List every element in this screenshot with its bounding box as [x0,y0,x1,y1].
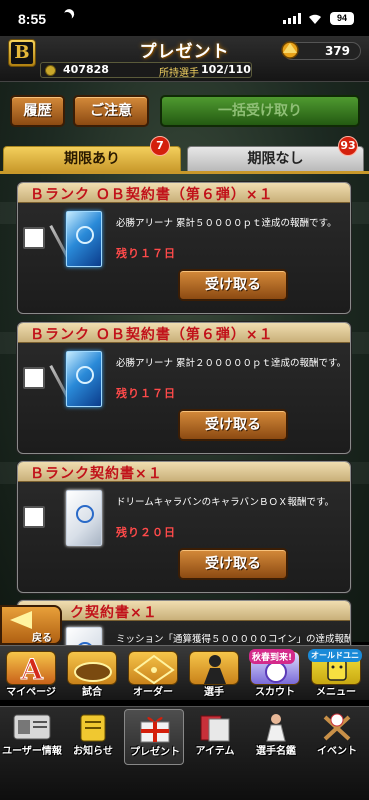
nav-event[interactable]: イベント [307,709,367,765]
nav-player-book[interactable]: 選手名鑑 [246,709,306,765]
receive-button[interactable]: 受け取る [178,409,288,441]
card-description: ドリームキャラバンのキャラバンＢＯＸ報酬です。 [116,497,335,508]
back-arrow-icon [10,611,32,629]
points-icon [45,65,56,76]
card-title: Ｂランク ＯＢ契約書（第６弾）×１ [30,187,274,203]
card-remaining: 残り２０日 [116,526,176,539]
user-info-icon [10,711,54,743]
wifi-icon [309,14,321,24]
back-label: 戻る [32,633,52,644]
status-time: 8:55 [18,11,47,27]
points-bar: 407828 所持選手 102/110 [40,62,252,79]
select-checkbox[interactable] [23,506,45,528]
primary-nav: A マイページ 試合 オーダー 選手 スカウト 秋春到来! メニュー オールドユ… [0,645,369,700]
coin-value: 379 [324,44,350,58]
nav-item[interactable]: アイテム [185,709,245,765]
player-icon [189,651,239,685]
player-book-icon [254,711,298,743]
card-title: ク契約書×１ [70,605,158,621]
history-button[interactable]: 履歴 [10,95,65,127]
card-description: 必勝アリーナ 累計２０００００ｐｔ達成の報酬です。 [116,358,347,369]
present-card: Ｂランク契約書×１ ドリームキャラバンのキャラバンＢＯＸ報酬です。 残り２０日 … [17,461,351,593]
points-value: 407828 [63,63,109,76]
card-title: Ｂランク ＯＢ契約書（第６弾）×１ [30,327,274,343]
card-remaining: 残り１７日 [116,247,176,260]
status-bar: 8:55 94 [0,0,369,36]
card-remaining: 残り１７日 [116,387,176,400]
blue-contract-icon [66,211,102,267]
svg-text:A: A [20,653,44,686]
players-count: 102/110 [201,63,251,76]
nav-order[interactable]: オーダー [123,649,183,699]
team-logo[interactable]: B [8,39,36,67]
order-icon [128,651,178,685]
coin-icon [281,41,299,59]
nav-game[interactable]: 試合 [62,649,122,699]
header: B プレゼント 379 407828 所持選手 102/110 [0,36,369,82]
nav-menu[interactable]: メニュー オールドユニ [306,649,366,699]
white-contract-icon [66,490,102,546]
card-header: Ｂランク ＯＢ契約書（第６弾）×１ [18,183,350,203]
nav-user-info[interactable]: ユーザー情報 [2,709,62,765]
notice-button[interactable]: ご注意 [73,95,149,127]
receive-all-button[interactable]: 一括受け取り [160,95,360,127]
card-title: Ｂランク契約書×１ [30,466,163,482]
card-header: Ｂランク ＯＢ契約書（第６弾）×１ [18,323,350,343]
scout-badge: 秋春到来! [249,649,296,664]
blue-contract-icon [66,351,102,407]
battery-icon: 94 [330,12,354,25]
tab-no-expiry[interactable]: 期限なし [187,146,364,172]
select-checkbox[interactable] [23,227,45,249]
present-card: Ｂランク ＯＢ契約書（第６弾）×１ 必勝アリーナ 累計２０００００ｐｔ達成の報酬… [17,322,351,454]
gift-icon [133,712,177,744]
menu-badge: オールドユニ [308,649,362,662]
tab-with-expiry-badge: 7 [150,136,170,156]
event-icon [315,711,359,743]
home-a-icon: A [6,651,56,687]
item-icon [193,711,237,743]
receive-button[interactable]: 受け取る [178,269,288,301]
receive-button[interactable]: 受け取る [178,548,288,580]
card-header: ク契約書×１ [18,601,350,621]
nav-present[interactable]: プレゼント [124,709,184,765]
tab-no-expiry-badge: 93 [338,136,358,156]
stadium-icon [67,651,117,685]
moon-icon [61,11,74,24]
nav-scout[interactable]: スカウト 秋春到来! [245,649,305,699]
back-button[interactable]: 戻る [0,605,62,645]
coin-counter[interactable]: 379 [281,41,361,60]
news-icon [71,711,115,743]
tab-underline [0,171,369,174]
page-title: プレゼント [139,42,230,62]
nav-mypage[interactable]: A マイページ [1,649,61,699]
nav-news[interactable]: お知らせ [63,709,123,765]
signal-icon [283,13,301,24]
select-checkbox[interactable] [23,367,45,389]
card-description: 必勝アリーナ 累計５００００ｐｔ達成の報酬です。 [116,218,337,229]
present-card: Ｂランク ＯＢ契約書（第６弾）×１ 必勝アリーナ 累計５００００ｐｔ達成の報酬で… [17,182,351,314]
card-description: ミッション「通算獲得５０００００コイン」の達成報酬 [116,634,351,645]
card-header: Ｂランク契約書×１ [18,462,350,482]
secondary-nav: ユーザー情報 お知らせ プレゼント アイテム 選手名鑑 イベント [0,706,369,800]
nav-player[interactable]: 選手 [184,649,244,699]
players-label: 所持選手 [159,68,199,79]
